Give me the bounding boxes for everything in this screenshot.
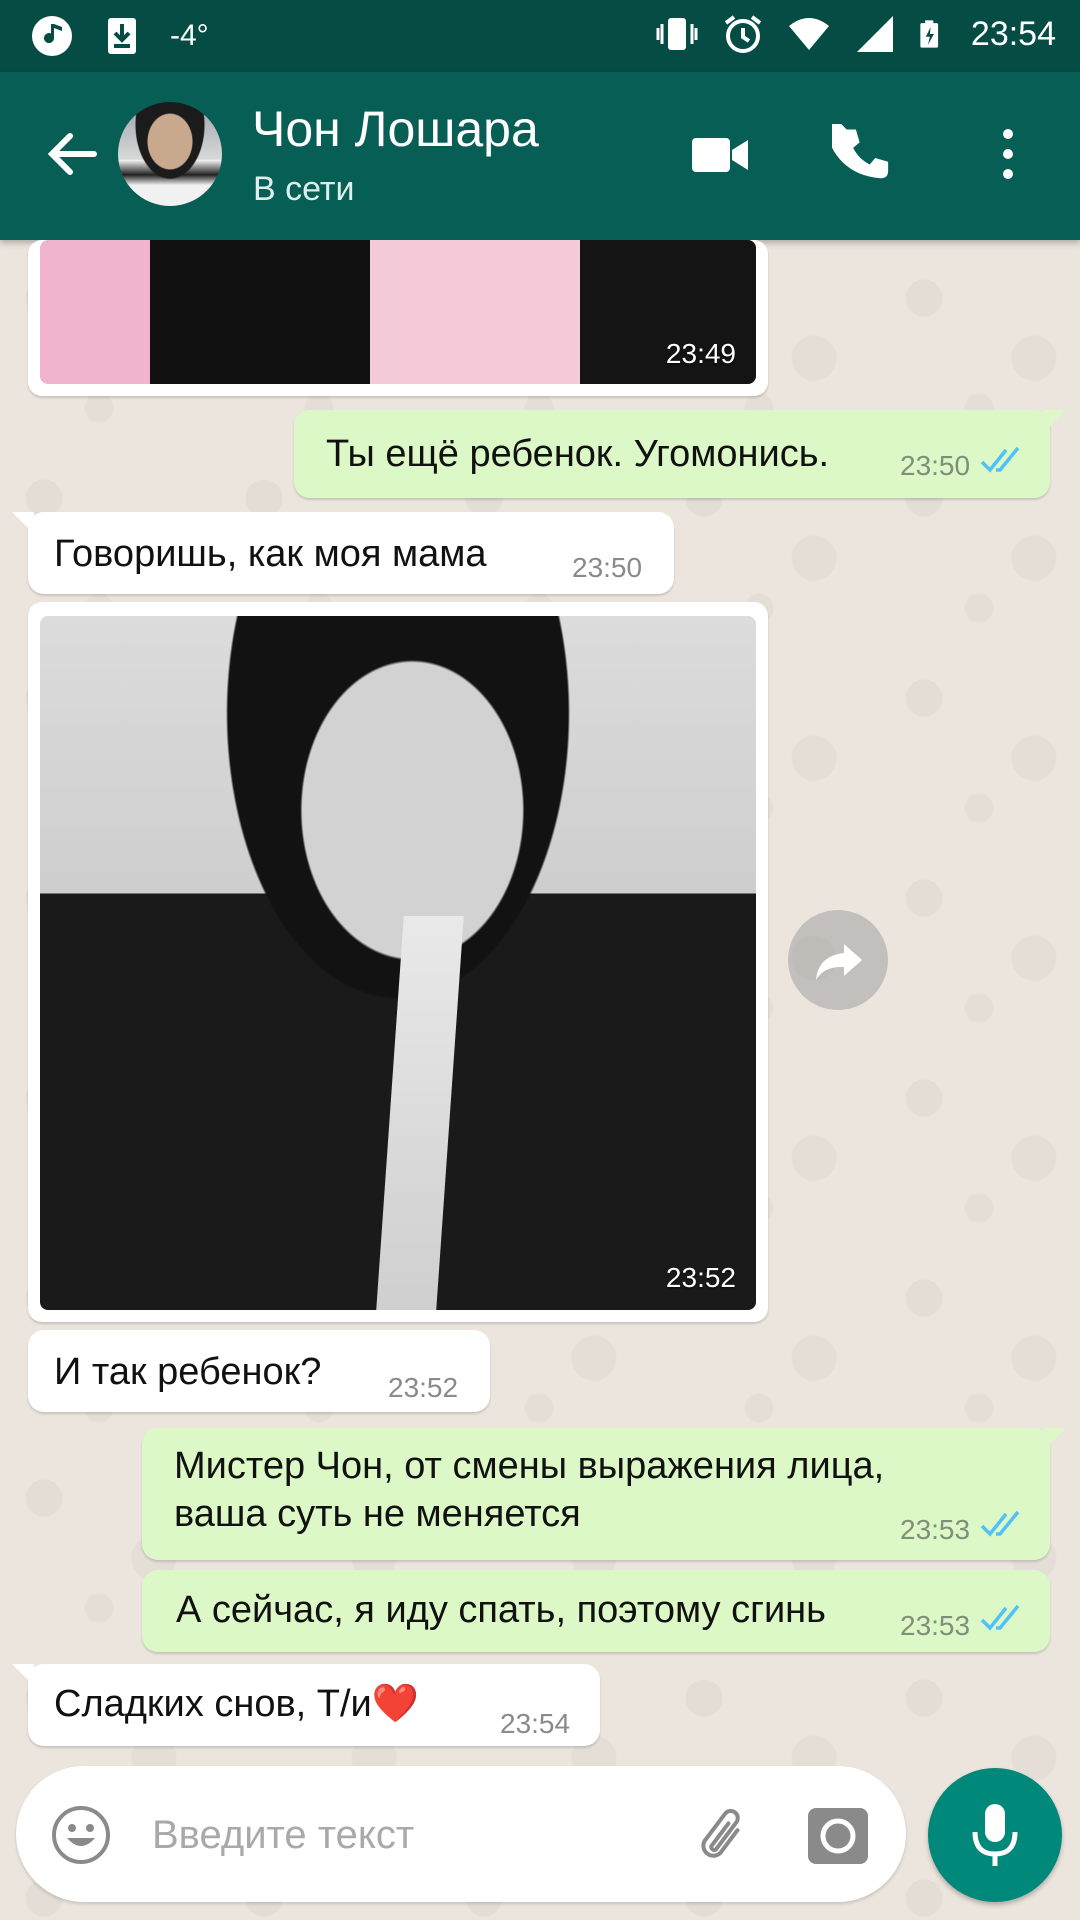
message-in[interactable]: Говоришь, как моя мама 23:50	[12, 512, 674, 594]
mic-button[interactable]	[928, 1768, 1062, 1902]
photo-detail	[376, 916, 464, 1310]
read-ticks-icon	[980, 446, 1020, 473]
bubble-tail	[12, 512, 34, 534]
message-time: 23:50	[572, 552, 643, 583]
alarm-icon	[724, 15, 762, 53]
message-in[interactable]: Сладких снов, Т/и❤️ 23:54	[12, 1664, 600, 1746]
music-note-icon	[32, 16, 72, 56]
message-time: 23:53	[900, 1514, 971, 1545]
message-text-line: ваша суть не меняется	[174, 1493, 581, 1535]
avatar[interactable]	[118, 102, 222, 206]
back-arrow-icon[interactable]	[42, 124, 102, 184]
message-time: 23:52	[665, 1262, 736, 1293]
message-image-in[interactable]: 23:49	[28, 240, 768, 396]
message-out[interactable]: А сейчас, я иду спать, поэтому сгинь 23:…	[142, 1570, 1050, 1652]
message-time: 23:53	[900, 1610, 971, 1641]
emoji-icon[interactable]	[50, 1804, 112, 1866]
message-text: Ты ещё ребенок. Угомонись.	[326, 433, 830, 475]
attach-icon[interactable]	[692, 1802, 758, 1868]
message-in[interactable]: И так ребенок? 23:52	[28, 1330, 490, 1412]
message-input[interactable]	[150, 1804, 674, 1866]
read-ticks-icon	[980, 1604, 1020, 1631]
message-text: А сейчас, я иду спать, поэтому сгинь	[176, 1589, 826, 1631]
message-time: 23:52	[388, 1372, 459, 1403]
status-bar: -4° 23:54	[0, 0, 1080, 72]
photo-thumbnail[interactable]	[40, 240, 756, 384]
clock: 23:54	[970, 14, 1056, 53]
bubble-tail	[1044, 1428, 1066, 1450]
message-text: Сладких снов, Т/и❤️	[54, 1683, 420, 1725]
composer	[16, 1766, 906, 1902]
read-ticks-icon	[980, 1510, 1020, 1537]
video-call-icon[interactable]	[690, 130, 750, 180]
temperature: -4°	[170, 19, 209, 52]
wifi-icon	[788, 18, 829, 50]
message-out[interactable]: Ты ещё ребенок. Угомонись. 23:50	[294, 410, 1066, 498]
message-time: 23:50	[900, 450, 971, 481]
message-out[interactable]: Мистер Чон, от смены выражения лица, ваш…	[142, 1428, 1066, 1560]
message-text: И так ребенок?	[54, 1351, 322, 1393]
message-text-line: Мистер Чон, от смены выражения лица,	[174, 1445, 885, 1487]
vibrate-icon	[656, 18, 698, 50]
battery-charging-icon	[920, 20, 938, 48]
phone-icon[interactable]	[832, 124, 894, 186]
message-time: 23:49	[665, 338, 736, 369]
message-image-in[interactable]: 23:52	[28, 602, 768, 1322]
forward-button[interactable]	[788, 910, 888, 1010]
camera-icon[interactable]	[806, 1804, 870, 1866]
photo-thumbnail[interactable]	[40, 616, 756, 1310]
forward-icon	[816, 944, 862, 980]
signal-icon	[856, 16, 893, 52]
bubble-tail	[1044, 410, 1066, 432]
contact-status: В сети	[253, 170, 355, 208]
contact-name[interactable]: Чон Лошара	[252, 100, 539, 158]
message-time: 23:54	[500, 1708, 571, 1739]
message-text: Говоришь, как моя мама	[54, 533, 487, 575]
more-vert-icon[interactable]	[990, 124, 1026, 184]
bubble-tail	[12, 1664, 34, 1686]
chat-header: Чон Лошара В сети	[0, 72, 1080, 240]
download-icon	[108, 18, 136, 54]
mic-icon	[972, 1804, 1018, 1866]
